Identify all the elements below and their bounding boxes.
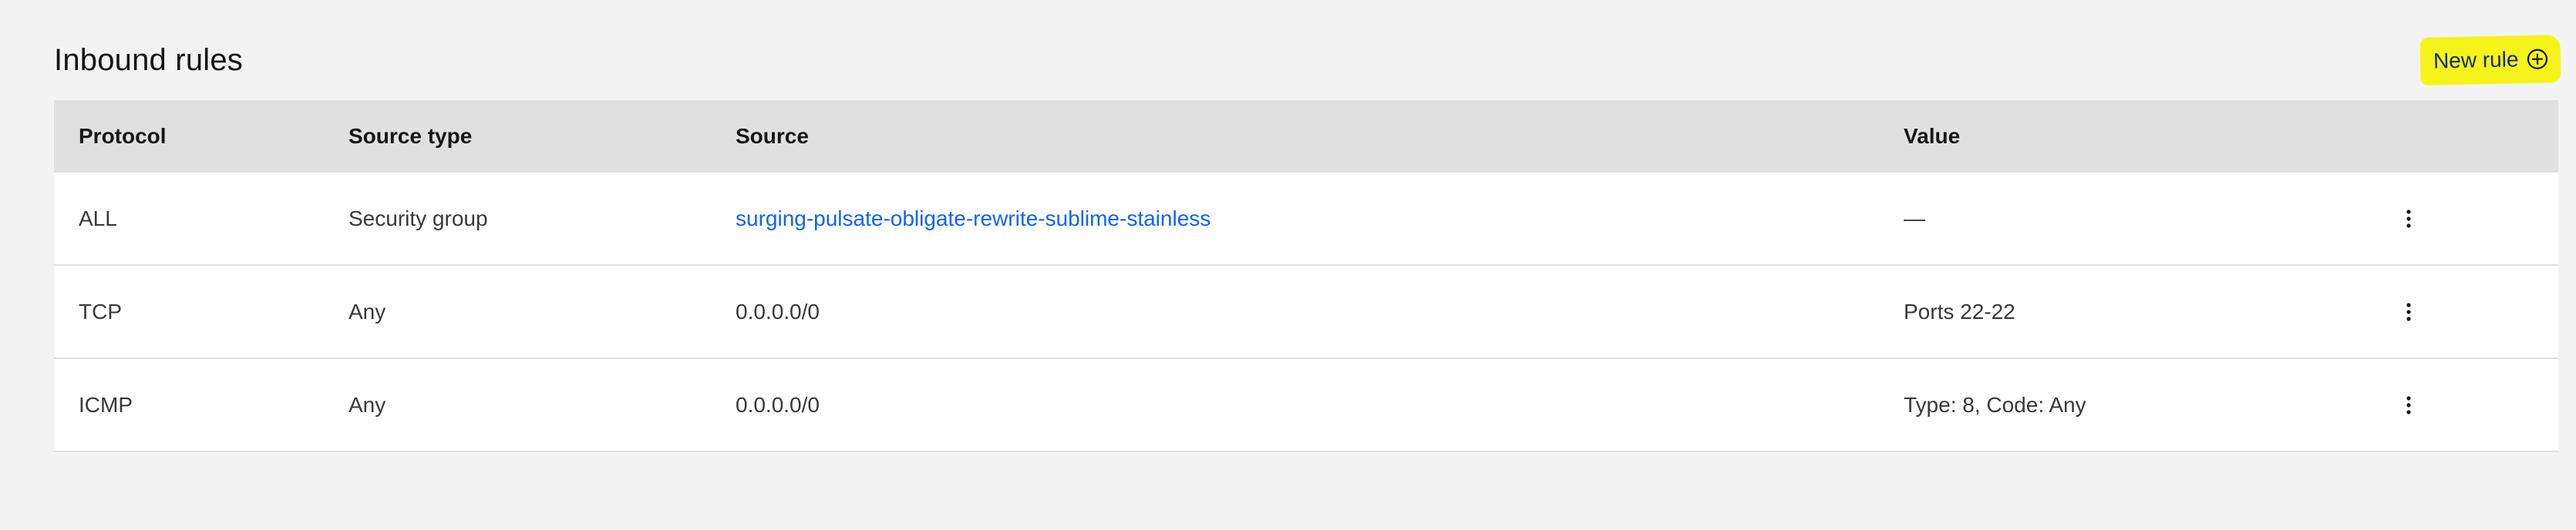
- inbound-rules-section: Inbound rules New rule Protocol Source t…: [54, 0, 2559, 452]
- source-cell: 0.0.0.0/0: [736, 392, 820, 417]
- source-link[interactable]: surging-pulsate-obligate-rewrite-sublime…: [736, 206, 1211, 231]
- section-title: Inbound rules: [54, 43, 244, 77]
- inbound-rules-table: Protocol Source type Source Value ALL Se…: [54, 100, 2558, 452]
- column-header-value: Value: [1904, 124, 1961, 148]
- new-rule-label: New rule: [2433, 47, 2519, 73]
- protocol-cell: ALL: [79, 206, 117, 230]
- source-type-cell: Security group: [349, 206, 488, 230]
- overflow-menu-vertical-icon: [2406, 209, 2411, 228]
- value-cell: Ports 22-22: [1904, 299, 2015, 324]
- value-cell: —: [1904, 206, 1925, 230]
- row-overflow-menu-button[interactable]: [2390, 294, 2427, 330]
- table-row: ICMP Any 0.0.0.0/0 Type: 8, Code: Any: [54, 359, 2558, 452]
- protocol-cell: ICMP: [79, 392, 133, 417]
- table-row: ALL Security group surging-pulsate-oblig…: [54, 173, 2558, 266]
- column-header-protocol: Protocol: [79, 124, 167, 148]
- row-overflow-menu-button[interactable]: [2390, 200, 2427, 237]
- new-rule-button[interactable]: New rule: [2421, 37, 2559, 83]
- row-overflow-menu-button[interactable]: [2390, 387, 2427, 424]
- source-type-cell: Any: [349, 392, 386, 417]
- overflow-menu-vertical-icon: [2406, 395, 2411, 414]
- column-header-source: Source: [736, 124, 809, 148]
- table-row: TCP Any 0.0.0.0/0 Ports 22-22: [54, 266, 2558, 359]
- source-cell: 0.0.0.0/0: [736, 299, 820, 324]
- protocol-cell: TCP: [79, 299, 122, 324]
- add-circle-icon: [2526, 47, 2550, 71]
- overflow-menu-vertical-icon: [2406, 302, 2411, 321]
- section-header: Inbound rules New rule: [54, 0, 2559, 100]
- value-cell: Type: 8, Code: Any: [1904, 392, 2086, 417]
- table-header: Protocol Source type Source Value: [54, 100, 2558, 173]
- source-type-cell: Any: [349, 299, 386, 324]
- column-header-source-type: Source type: [349, 124, 473, 148]
